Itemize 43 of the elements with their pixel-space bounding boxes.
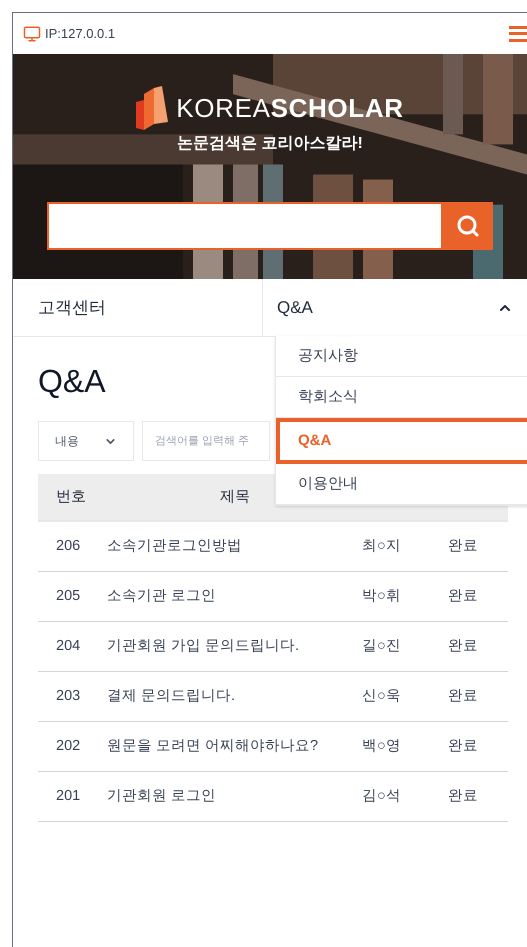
logo-text: KOREA	[176, 92, 271, 122]
category-select[interactable]: 내용	[38, 421, 134, 461]
table-cell-text: 결제 문의드립니다.	[107, 686, 236, 706]
table-cell-text: 최○지	[361, 536, 402, 556]
menu-button[interactable]	[509, 24, 527, 44]
table-cell-text: 기관회원 가입 문의드립니다.	[107, 636, 300, 656]
table-cell-text: 완료	[448, 686, 478, 706]
search-field[interactable]	[47, 202, 443, 250]
table-cell-text: 완료	[448, 786, 478, 806]
table-cell-text: 완료	[448, 586, 478, 606]
table-cell-text: 203	[55, 686, 82, 706]
page-title: Q&A	[38, 362, 106, 401]
submenu-item[interactable]: 학회소식	[276, 377, 527, 418]
table-cell-text: 완료	[448, 736, 478, 756]
table-cell-text: 신○욱	[361, 686, 402, 706]
logo-text-bold: SCHOLAR	[270, 92, 404, 122]
search-button[interactable]	[443, 202, 493, 250]
table-cell-text: 소속기관로그인방법	[107, 536, 243, 556]
section-title: 고객센터	[37, 296, 107, 319]
submenu-item[interactable]: 공지사항	[276, 336, 527, 377]
table-cell-text: 완료	[448, 536, 478, 556]
table-cell-text: 기관회원 로그인	[107, 786, 218, 806]
table-cell-text: 길○진	[361, 636, 402, 656]
logo-icon	[136, 86, 168, 130]
search-icon	[456, 214, 480, 238]
table-cell-text: 202	[55, 736, 82, 756]
monitor-icon	[23, 24, 41, 42]
table-cell-text: 206	[55, 536, 82, 556]
table-cell-text: 원문을 모려면 어찌해야하나요?	[107, 736, 320, 756]
table-cell-text: 박○휘	[361, 586, 402, 606]
submenu-item[interactable]: 이용안내	[276, 464, 527, 505]
column-header: 번호	[55, 486, 87, 507]
table-cell-text: 201	[55, 786, 82, 806]
table-cell-text: 완료	[448, 636, 478, 656]
keyword-field[interactable]: 검색어를 입력해 주	[142, 421, 270, 461]
table-cell-text: 김○석	[361, 786, 402, 806]
table-cell-text: 백○영	[361, 736, 402, 756]
tagline: 논문검색은 코리아스칼라!	[177, 134, 363, 154]
table-cell-text: 204	[55, 636, 82, 656]
column-header: 제목	[219, 486, 251, 507]
ip-address: IP:127.0.0.1	[45, 24, 116, 43]
table-cell-text: 소속기관 로그인	[107, 586, 218, 606]
table-cell-text: 205	[55, 586, 82, 606]
